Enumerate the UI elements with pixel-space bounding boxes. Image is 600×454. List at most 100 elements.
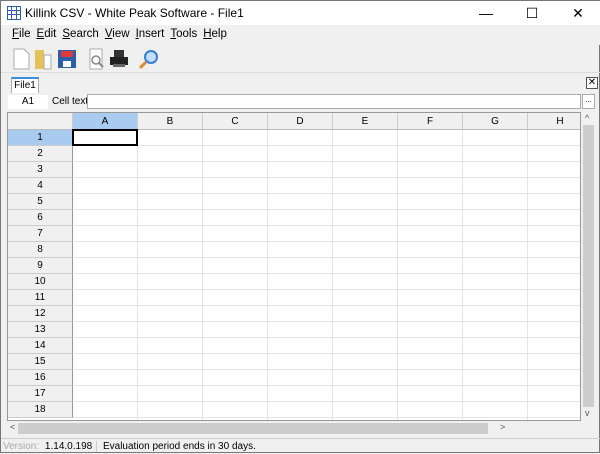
menu-label: ile [19, 28, 31, 40]
horizontal-scroll-thumb[interactable] [18, 423, 488, 434]
row-header-9[interactable]: 9 [8, 258, 73, 274]
menu-label: iew [112, 28, 130, 40]
grid-line [73, 177, 580, 178]
row-header-13[interactable]: 13 [8, 322, 73, 338]
column-header-g[interactable]: G [463, 113, 528, 130]
grid-line [137, 130, 138, 420]
menu-view[interactable]: View [102, 25, 133, 43]
grid-line [332, 130, 333, 420]
vertical-scroll-thumb[interactable] [583, 125, 594, 407]
scroll-left-arrow[interactable]: < [10, 422, 15, 432]
grid-line [73, 209, 580, 210]
grid-line [73, 353, 580, 354]
menu-search[interactable]: Search [59, 25, 101, 43]
grid-line [267, 130, 268, 420]
grid-line [73, 225, 580, 226]
scroll-up-arrow[interactable]: ^ [585, 113, 589, 123]
tab-bar: File1 [1, 73, 600, 93]
close-button[interactable]: ✕ [555, 1, 600, 25]
row-header-7[interactable]: 7 [8, 226, 73, 242]
grid-line [73, 161, 580, 162]
grid-line [73, 401, 580, 402]
grid-line [73, 289, 580, 290]
window-title: Killink CSV - White Peak Software - File… [25, 6, 244, 20]
row-header-3[interactable]: 3 [8, 162, 73, 178]
tab-file1[interactable]: File1 [11, 77, 39, 93]
menu-label: earch [70, 28, 99, 40]
row-header-17[interactable]: 17 [8, 386, 73, 402]
version-label: Version: [3, 441, 40, 452]
menu-label: dit [44, 28, 57, 40]
status-message: Evaluation period ends in 30 days. [102, 441, 256, 452]
grid-corner[interactable] [8, 113, 73, 130]
column-header-f[interactable]: F [398, 113, 463, 130]
menu-help[interactable]: Help [200, 25, 230, 43]
toolbar [1, 45, 600, 73]
row-header-6[interactable]: 6 [8, 210, 73, 226]
menu-accelerator: S [62, 28, 71, 40]
grid-line [202, 130, 203, 420]
grid-line [73, 321, 580, 322]
menu-bar: File Edit Search View Insert Tools Help [1, 25, 600, 45]
cell-text-expand-button[interactable]: ... [582, 94, 595, 109]
scroll-right-arrow[interactable]: > [500, 422, 505, 432]
menu-accelerator: F [12, 28, 20, 40]
row-header-18[interactable]: 18 [8, 402, 73, 418]
menu-tools[interactable]: Tools [167, 25, 200, 43]
row-header-4[interactable]: 4 [8, 178, 73, 194]
grid-line [73, 241, 580, 242]
row-header-8[interactable]: 8 [8, 242, 73, 258]
grid-line [73, 257, 580, 258]
spreadsheet-grid[interactable]: A B C D E F G H 1 2 3 4 5 6 7 8 9 10 11 12 13 14 15 16 17 18 [7, 112, 581, 421]
grid-line [73, 369, 580, 370]
menu-file[interactable]: File [9, 25, 34, 43]
row-header-5[interactable]: 5 [8, 194, 73, 210]
title-bar: Killink CSV - White Peak Software - File… [1, 1, 600, 25]
column-header-a[interactable]: A [73, 113, 138, 130]
scroll-down-arrow[interactable]: v [585, 408, 590, 418]
row-header-12[interactable]: 12 [8, 306, 73, 322]
grid-line [397, 130, 398, 420]
menu-insert[interactable]: Insert [133, 25, 168, 43]
row-header-11[interactable]: 11 [8, 290, 73, 306]
row-header-1[interactable]: 1 [8, 130, 73, 146]
row-header-2[interactable]: 2 [8, 146, 73, 162]
grid-line [73, 385, 580, 386]
app-grid-icon [7, 6, 21, 20]
grid-line [73, 193, 580, 194]
open-folder-icon[interactable] [31, 47, 55, 71]
column-header-b[interactable]: B [138, 113, 203, 130]
grid-line [73, 145, 580, 146]
grid-line [73, 337, 580, 338]
cell-reference: A1 [8, 95, 48, 109]
grid-line [527, 130, 528, 420]
menu-label: elp [211, 28, 227, 40]
menu-label: nsert [138, 28, 165, 40]
row-header-10[interactable]: 10 [8, 274, 73, 290]
grid-line [462, 130, 463, 420]
column-header-h[interactable]: H [528, 113, 580, 130]
selected-cell-a1[interactable] [72, 129, 138, 146]
print-icon[interactable] [107, 47, 131, 71]
minimize-button[interactable]: — [463, 1, 509, 25]
row-header-15[interactable]: 15 [8, 354, 73, 370]
save-icon[interactable] [55, 47, 79, 71]
status-bar: Version: 1.14.0.198 Evaluation period en… [1, 438, 600, 454]
menu-accelerator: H [203, 28, 212, 40]
row-header-16[interactable]: 16 [8, 370, 73, 386]
menu-label: ools [176, 28, 198, 40]
search-icon[interactable] [137, 47, 161, 71]
version-value: 1.14.0.198 [41, 441, 98, 452]
cell-text-input[interactable] [87, 94, 581, 109]
column-header-e[interactable]: E [333, 113, 398, 130]
print-preview-icon[interactable] [85, 47, 109, 71]
grid-line [73, 305, 580, 306]
column-header-d[interactable]: D [268, 113, 333, 130]
menu-edit[interactable]: Edit [34, 25, 60, 43]
close-tab-button[interactable]: ✕ [586, 77, 598, 89]
new-file-icon[interactable] [9, 47, 33, 71]
maximize-button[interactable]: ☐ [509, 1, 555, 25]
column-header-c[interactable]: C [203, 113, 268, 130]
row-header-14[interactable]: 14 [8, 338, 73, 354]
grid-line [73, 273, 580, 274]
